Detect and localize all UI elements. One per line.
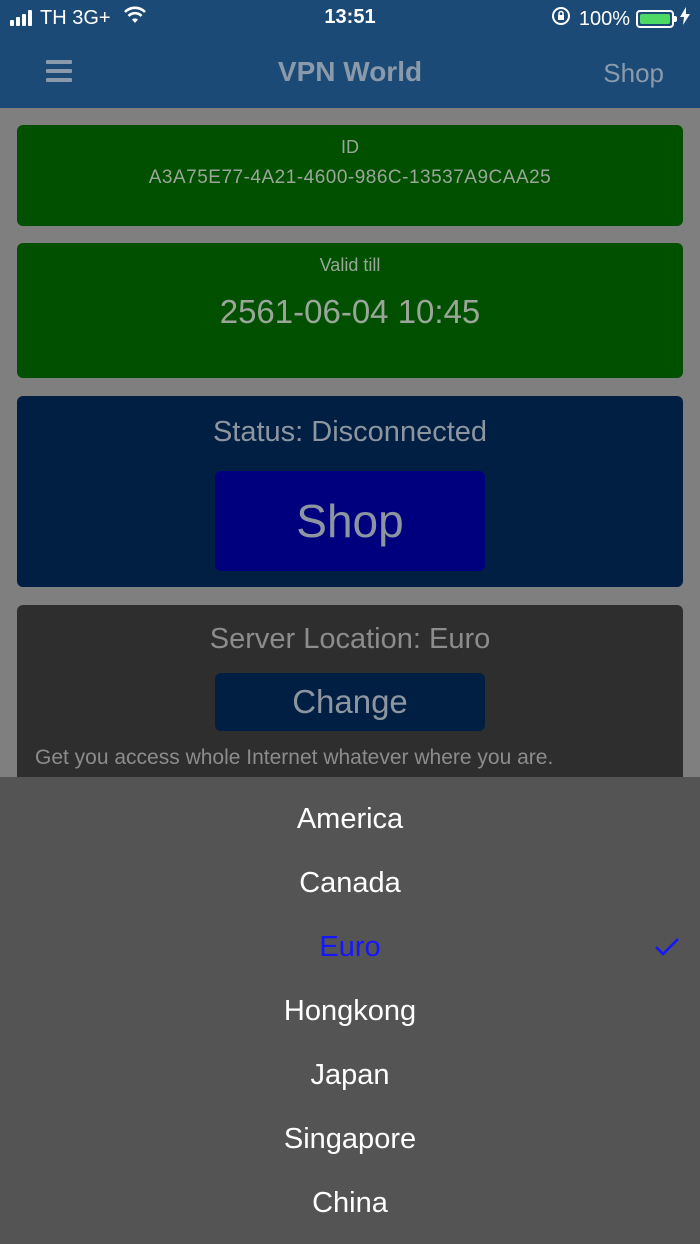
connection-status: Status: Disconnected [212, 416, 488, 448]
picker-option-label: Euro [319, 931, 381, 963]
server-location-card: Server Location: Euro Change Get you acc… [17, 605, 683, 805]
shop-button[interactable]: Shop [215, 471, 485, 571]
picker-option-euro[interactable]: Euro [0, 915, 700, 979]
checkmark-icon [654, 915, 680, 979]
battery-icon [636, 10, 677, 28]
picker-option-hongkong[interactable]: Hongkong [0, 979, 700, 1043]
server-location-label: Server Location: Euro [209, 623, 491, 655]
id-label: ID [341, 137, 359, 157]
status-bar: TH 3G+ 13:51 100% [0, 0, 700, 36]
nav-shop-button[interactable]: Shop [603, 58, 664, 89]
picker-option-singapore[interactable]: Singapore [0, 1107, 700, 1171]
server-description: Get you access whole Internet whatever w… [35, 746, 554, 769]
status-bar-right: 100% [551, 6, 690, 32]
picker-option-canada[interactable]: Canada [0, 851, 700, 915]
valid-till-card: Valid till 2561-06-04 10:45 [17, 243, 683, 378]
picker-option-china[interactable]: China [0, 1171, 700, 1235]
battery-percent: 100% [578, 7, 630, 30]
picker-option-america[interactable]: America [0, 787, 700, 851]
rotation-lock-icon [551, 6, 571, 32]
status-card: Status: Disconnected Shop [17, 396, 683, 587]
id-card: ID A3A75E77-4A21-4600-986C-13537A9CAA25 [17, 125, 683, 226]
location-picker: America Canada Euro Hongkong Japan Singa… [0, 777, 700, 1244]
charging-icon [680, 7, 690, 31]
valid-till-label: Valid till [319, 255, 381, 275]
app-title: VPN World [277, 56, 423, 87]
id-value: A3A75E77-4A21-4600-986C-13537A9CAA25 [148, 167, 552, 188]
picker-option-japan[interactable]: Japan [0, 1043, 700, 1107]
valid-till-value: 2561-06-04 10:45 [219, 293, 481, 330]
nav-bar: VPN World Shop [0, 36, 700, 108]
change-location-button[interactable]: Change [215, 673, 485, 731]
